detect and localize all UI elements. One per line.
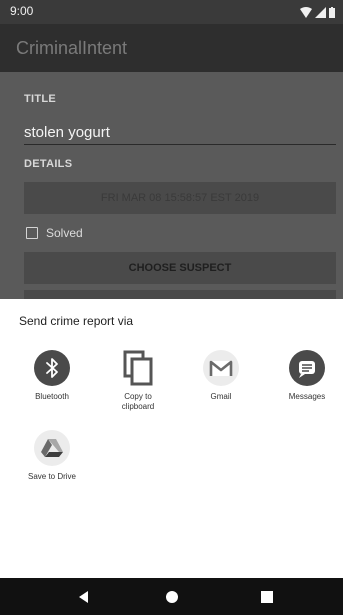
app-bar: CriminalIntent [0, 24, 343, 72]
details-section-label: DETAILS [24, 158, 73, 170]
status-bar: 9:00 [0, 0, 343, 24]
signal-icon [315, 6, 326, 18]
share-target-messages[interactable]: Messages [265, 350, 343, 402]
solved-label: Solved [46, 226, 83, 240]
navigation-bar [0, 578, 343, 615]
share-target-copy-clipboard[interactable]: Copy to clipboard [96, 350, 180, 412]
solved-checkbox-row[interactable]: Solved [26, 224, 83, 242]
share-target-label: Messages [288, 392, 326, 401]
title-section-label: TITLE [24, 93, 57, 105]
choose-suspect-button[interactable]: CHOOSE SUSPECT [24, 252, 336, 284]
home-icon[interactable] [164, 589, 180, 605]
crime-detail-form: TITLE stolen yogurt DETAILS FRI MAR 08 1… [0, 72, 343, 299]
share-target-drive[interactable]: Save to Drive [10, 430, 94, 482]
share-sheet-title: Send crime report via [19, 314, 134, 328]
status-icons [300, 5, 335, 19]
bluetooth-icon [34, 350, 70, 386]
solved-checkbox[interactable] [26, 227, 38, 239]
status-time: 9:00 [10, 4, 34, 18]
app-title: CriminalIntent [16, 38, 128, 58]
share-target-bluetooth[interactable]: Bluetooth [10, 350, 94, 402]
share-sheet: Send crime report via Bluetooth Copy to … [0, 299, 343, 578]
share-target-label: Save to Drive [27, 472, 77, 481]
share-target-gmail[interactable]: Gmail [179, 350, 263, 402]
send-report-button[interactable] [24, 290, 336, 299]
back-icon[interactable] [76, 589, 92, 605]
drive-icon [34, 430, 70, 466]
messages-icon [289, 350, 325, 386]
copy-icon [123, 350, 153, 386]
recents-icon[interactable] [259, 589, 275, 605]
crime-title-input[interactable]: stolen yogurt [24, 122, 336, 145]
battery-icon [329, 6, 335, 18]
gmail-icon [203, 350, 239, 386]
share-target-label: Gmail [210, 392, 232, 401]
share-target-label: Copy to clipboard [121, 392, 155, 411]
crime-title-value: stolen yogurt [24, 124, 110, 141]
share-target-label: Bluetooth [35, 392, 69, 401]
wifi-icon [300, 6, 312, 18]
crime-date-button[interactable]: FRI MAR 08 15:58:57 EST 2019 [24, 182, 336, 214]
